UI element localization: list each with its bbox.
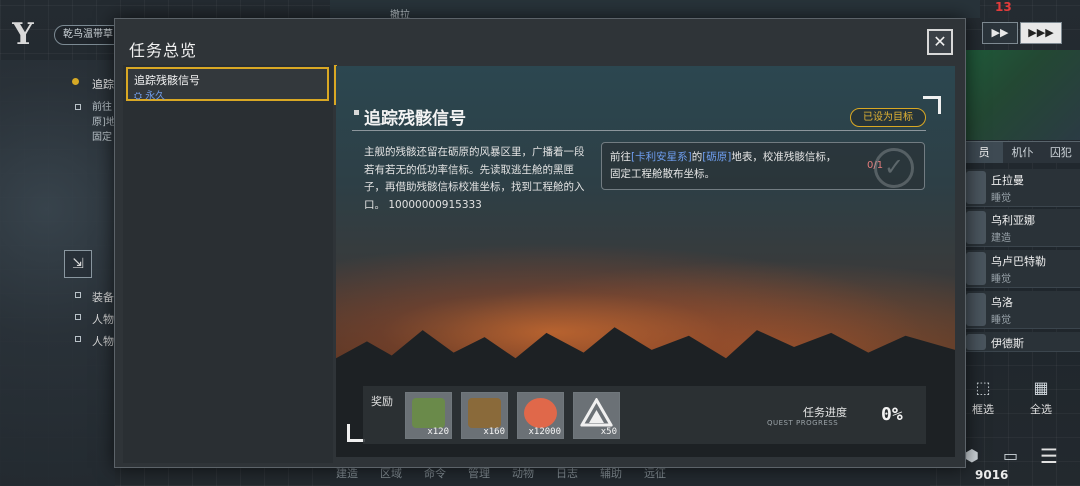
crew-name: 伊德斯 bbox=[991, 337, 1024, 350]
select-all-icon: ▦ bbox=[1033, 378, 1049, 397]
list-bullet-icon bbox=[75, 336, 81, 342]
tab-prisoners[interactable]: 囚犯 bbox=[1042, 142, 1080, 163]
crew-status: 建造 bbox=[991, 233, 1011, 244]
reward-item[interactable]: x50 bbox=[573, 392, 620, 439]
crew-row[interactable]: 乌卢巴特勒 睡觉 bbox=[965, 250, 1080, 288]
crew-row[interactable]: 乌利亚娜 建造 bbox=[965, 209, 1080, 247]
objective-box: 前往[卡利安星系]的[砺原]地表，校准残骸信标，固定工程舱散布坐标。 0/1 ✓ bbox=[601, 142, 925, 190]
folder-icon[interactable]: ▭ bbox=[1003, 446, 1018, 465]
set-target-badge[interactable]: 已设为目标 bbox=[850, 108, 926, 127]
speed-fast-button[interactable]: ▶▶ bbox=[982, 22, 1018, 44]
reward-bar: 奖励 x120 x160 x12000 x50 任务进度 QUEST PROGR… bbox=[363, 386, 926, 444]
close-icon: ✕ bbox=[933, 32, 947, 51]
faction-emblem-icon bbox=[580, 398, 613, 427]
crew-name: 乌利亚娜 bbox=[991, 214, 1035, 227]
task-line-3: 固定 bbox=[92, 132, 112, 143]
title-marker-icon bbox=[354, 110, 359, 115]
resource-count: 9016 bbox=[975, 468, 1009, 482]
avatar bbox=[966, 334, 986, 350]
reward-item[interactable]: x120 bbox=[405, 392, 452, 439]
dialog-title: 任务总览 bbox=[129, 41, 198, 60]
crew-name: 乌卢巴特勒 bbox=[991, 255, 1046, 268]
reward-qty: x12000 bbox=[528, 427, 561, 437]
ore-chunk-icon bbox=[468, 398, 501, 428]
avatar bbox=[966, 211, 986, 244]
quest-list-title: 追踪残骸信号 bbox=[134, 74, 200, 87]
tab-drones[interactable]: 机仆 bbox=[1003, 142, 1041, 163]
progress-sublabel: QUEST PROGRESS bbox=[767, 419, 839, 427]
objective-link-planet[interactable]: [砺原] bbox=[702, 151, 731, 163]
quest-list-tag: ⛭ 永久 bbox=[134, 91, 166, 102]
reward-qty: x160 bbox=[483, 427, 505, 437]
list-bullet-icon bbox=[75, 314, 81, 320]
tracked-task-text[interactable]: 前往 原]地 固定 bbox=[92, 100, 116, 145]
quest-list-item[interactable]: 追踪残骸信号 ⛭ 永久 bbox=[126, 67, 329, 102]
tracking-dot-icon bbox=[72, 78, 79, 85]
crew-status: 睡觉 bbox=[991, 193, 1011, 204]
quest-detail-panel: 追踪残骸信号 已设为目标 主舰的残骸还留在砺原的风暴区里，广播着一段若有若无的低… bbox=[336, 66, 955, 457]
title-divider bbox=[352, 130, 926, 131]
menu-icon[interactable]: ☰ bbox=[1040, 444, 1058, 468]
crew-row[interactable]: 乌洛 睡觉 bbox=[965, 291, 1080, 329]
progress-value: 0% bbox=[881, 404, 903, 425]
crew-row[interactable]: 丘拉曼 睡觉 bbox=[965, 169, 1080, 207]
box-select-label: 框选 bbox=[972, 403, 994, 416]
tracking-label: 追踪 bbox=[92, 78, 114, 91]
quest-description: 主舰的残骸还留在砺原的风暴区里，广播着一段若有若无的低功率信标。先读取逃生舱的黑… bbox=[364, 146, 585, 211]
left-list-item[interactable]: 装备 bbox=[92, 289, 114, 305]
left-list-item[interactable]: 人物 bbox=[92, 333, 114, 349]
crew-name: 乌洛 bbox=[991, 296, 1013, 309]
export-icon[interactable]: ⇲ bbox=[64, 250, 92, 278]
progress-label: 任务进度 bbox=[803, 406, 847, 419]
supply-crate-icon bbox=[412, 398, 445, 428]
task-line-1: 前往 bbox=[92, 102, 112, 113]
reward-qty: x50 bbox=[600, 427, 617, 437]
reward-qty: x120 bbox=[427, 427, 449, 437]
quest-list: 追踪残骸信号 ⛭ 永久 bbox=[123, 65, 333, 463]
map-top-strip bbox=[330, 0, 980, 18]
list-bullet-icon bbox=[75, 292, 81, 298]
crew-row[interactable]: 伊德斯 bbox=[965, 332, 1080, 352]
avatar bbox=[966, 293, 986, 326]
quest-overview-dialog: 任务总览 ✕ 追踪残骸信号 ⛭ 永久 追踪残骸信号 已设为目标 主舰的残骸还留在… bbox=[114, 18, 966, 468]
close-button[interactable]: ✕ bbox=[927, 29, 953, 55]
task-line-2: 原]地 bbox=[92, 117, 116, 128]
tab-crew[interactable]: 员 bbox=[965, 142, 1004, 163]
game-logo[interactable]: Y bbox=[6, 18, 40, 52]
avatar bbox=[966, 252, 986, 285]
speed-fastest-button[interactable]: ▶▶▶ bbox=[1020, 22, 1062, 44]
checkmark-icon: ✓ bbox=[874, 148, 914, 188]
cube-icon[interactable]: ⬢ bbox=[965, 446, 979, 465]
select-all-label: 全选 bbox=[1030, 403, 1052, 416]
crew-status: 睡觉 bbox=[991, 274, 1011, 285]
left-list-item[interactable]: 人物 bbox=[92, 311, 114, 327]
reward-item[interactable]: x160 bbox=[461, 392, 508, 439]
task-bullet-icon bbox=[75, 104, 81, 110]
reward-item[interactable]: x12000 bbox=[517, 392, 564, 439]
right-map-terrain bbox=[965, 50, 1080, 140]
crew-status: 睡觉 bbox=[991, 315, 1011, 326]
quest-title: 追踪残骸信号 bbox=[364, 109, 466, 129]
credit-token-icon bbox=[524, 398, 557, 428]
objective-text: 前往[卡利安星系]的[砺原]地表，校准残骸信标，固定工程舱散布坐标。 bbox=[610, 151, 837, 180]
avatar bbox=[966, 171, 986, 204]
speed-counter: 13 bbox=[995, 0, 1012, 14]
crew-name: 丘拉曼 bbox=[991, 174, 1024, 187]
select-all-button[interactable]: ▦ 全选 bbox=[1016, 378, 1066, 417]
objective-link-system[interactable]: [卡利安星系] bbox=[631, 151, 692, 163]
roster-tabs: 员 机仆 囚犯 bbox=[965, 141, 1080, 163]
reward-label: 奖励 bbox=[371, 395, 393, 408]
corner-bracket bbox=[923, 96, 941, 114]
